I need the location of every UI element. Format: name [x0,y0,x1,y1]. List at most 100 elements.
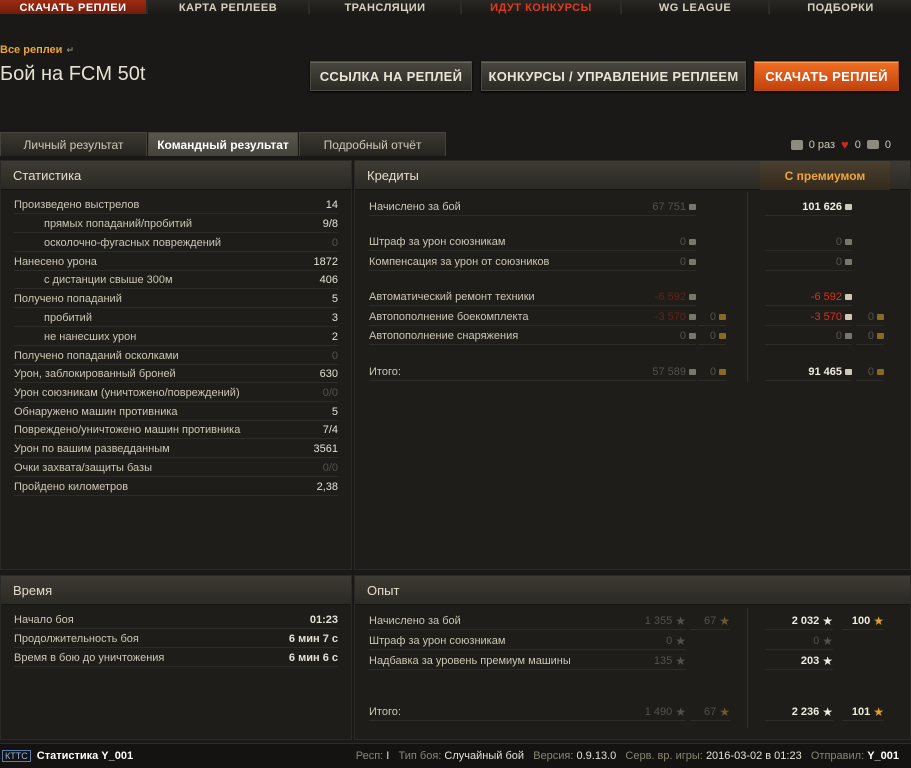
tab-team-result[interactable]: Командный результат [148,132,298,156]
credit-base: 67 751 [620,199,696,216]
page-title: Бой на FCM 50t [0,63,146,85]
stat-label: не нанесших урон [44,330,137,343]
gold-icon [877,314,884,320]
exp-premium-free: 101 ★ [842,704,884,721]
credit-base-gold: 0 [698,364,726,381]
stat-label: с дистанции свыше 300м [44,273,173,286]
credit-coin-icon [845,294,852,300]
premium-column-header: С премиумом [760,161,890,190]
credit-base: 57 589 [620,364,696,381]
time-row: Продолжительность боя 6 мин 7 с [14,630,338,648]
stat-label: прямых попаданий/пробитий [44,217,193,230]
credit-premium: 91 465 [765,364,852,381]
stat-value: 0/0 [322,461,338,474]
credit-premium: 0 [765,254,852,271]
tab-personal-result[interactable]: Личный результат [0,132,147,156]
contests-manage-button[interactable]: КОНКУРСЫ / УПРАВЛЕНИЕ РЕПЛЕЕМ [481,61,746,91]
nav-collections[interactable]: Подборки [770,0,911,14]
exp-star-icon: ★ [675,634,686,648]
user-stats-link[interactable]: Статистика Y_001 [37,750,133,762]
exp-premium: 203 ★ [765,653,833,670]
stat-label: Повреждено/уничтожено машин противника [14,423,241,436]
stat-value: 9/8 [322,217,338,230]
nav-broadcasts[interactable]: Трансляции [310,0,462,14]
footer-bar: КТТС Статистика Y_001 Респ: I Тип боя: С… [0,743,911,768]
credit-coin-icon [845,204,852,210]
tab-detailed-report[interactable]: Подробный отчёт [299,132,446,156]
exp-panel-title: Опыт [355,576,910,605]
comments-count: 0 [884,138,891,151]
credit-base: 0 [620,254,696,271]
gold-icon [719,314,726,320]
exp-premium: 2 032 ★ [765,613,833,630]
time-label: Время в бою до уничтожения [14,651,165,664]
time-value: 6 мин 6 с [288,651,338,664]
stat-value: 7/4 [322,423,338,436]
stat-value: 5 [331,405,338,418]
free-exp-star-icon: ★ [719,614,730,628]
credit-base: -3 570 [620,309,696,326]
ktts-badge[interactable]: КТТС [2,750,31,762]
breadcrumb-all-replays[interactable]: Все реплеи [0,44,62,56]
time-label: Начало боя [14,613,74,626]
credit-premium-gold: 0 [856,364,884,381]
like-heart-icon[interactable]: ♥ [841,137,849,152]
exp-divider [747,608,748,728]
stat-label: Пройдено километров [14,480,129,493]
stat-row: Получено попаданий 5 [14,290,338,308]
credit-base-gold: 0 [698,328,726,345]
stat-row: Урон, заблокированный броней 630 [14,365,338,383]
stat-value: 3 [331,311,338,324]
credit-premium: 101 626 [765,199,852,216]
credit-coin-icon [689,369,696,375]
stat-label: Произведено выстрелов [14,198,140,211]
exp-premium: 2 236 ★ [765,704,833,721]
credit-coin-icon [689,259,696,265]
nav-replay-map[interactable]: Карта реплеев [148,0,310,14]
comment-bubble-icon[interactable] [866,140,879,149]
credit-coin-icon [845,259,852,265]
time-value: 6 мин 7 с [288,632,338,645]
gold-icon [877,369,884,375]
breadcrumb-arrow-icon: ↵ [66,45,74,55]
stat-row: Обнаружено машин противника 5 [14,403,338,421]
sender-name: Y_001 [867,750,899,762]
exp-base: 1 490 ★ [610,704,686,721]
credit-premium: 0 [765,328,852,345]
exp-base: 0 ★ [610,633,686,650]
credits-divider [747,192,748,382]
credit-coin-icon [845,239,852,245]
stat-label: Обнаружено машин противника [14,405,178,418]
credit-base: 0 [620,328,696,345]
credit-coin-icon [689,204,696,210]
exp-premium-free: 100 ★ [842,613,884,630]
nav-wg-league[interactable]: WG League [622,0,770,14]
credit-base-gold: 0 [698,309,726,326]
exp-base: 1 355 ★ [610,613,686,630]
stat-row: Получено попаданий осколками 0 [14,347,338,365]
stat-row: осколочно-фугасных повреждений 0 [14,234,338,252]
views-icon [790,139,803,150]
credit-premium: 0 [765,234,852,251]
stat-row: Произведено выстрелов 14 [14,196,338,214]
download-replay-button[interactable]: СКАЧАТЬ РЕПЛЕЙ [754,61,899,91]
free-exp-star-icon: ★ [873,705,884,719]
stat-value: 0 [331,236,338,249]
stat-value: 630 [319,367,338,380]
breadcrumb[interactable]: Все реплеи ↵ [0,44,74,56]
stat-row: пробитий 3 [14,309,338,327]
credit-coin-icon [689,314,696,320]
stat-label: пробитий [44,311,92,324]
credit-base: 0 [620,234,696,251]
credit-premium-gold: 0 [856,328,884,345]
exp-star-icon: ★ [822,654,833,668]
exp-star-icon: ★ [822,705,833,719]
credit-coin-icon [689,294,696,300]
gold-icon [719,333,726,339]
nav-download-replays[interactable]: Скачать реплеи [0,0,148,14]
stat-row: Нанесено урона 1872 [14,253,338,271]
stat-row: не нанесших урон 2 [14,328,338,346]
stat-value: 0 [331,349,338,362]
replay-link-button[interactable]: ССЫЛКА НА РЕПЛЕЙ [310,61,472,91]
nav-contests[interactable]: Идут конкурсы [462,0,622,14]
